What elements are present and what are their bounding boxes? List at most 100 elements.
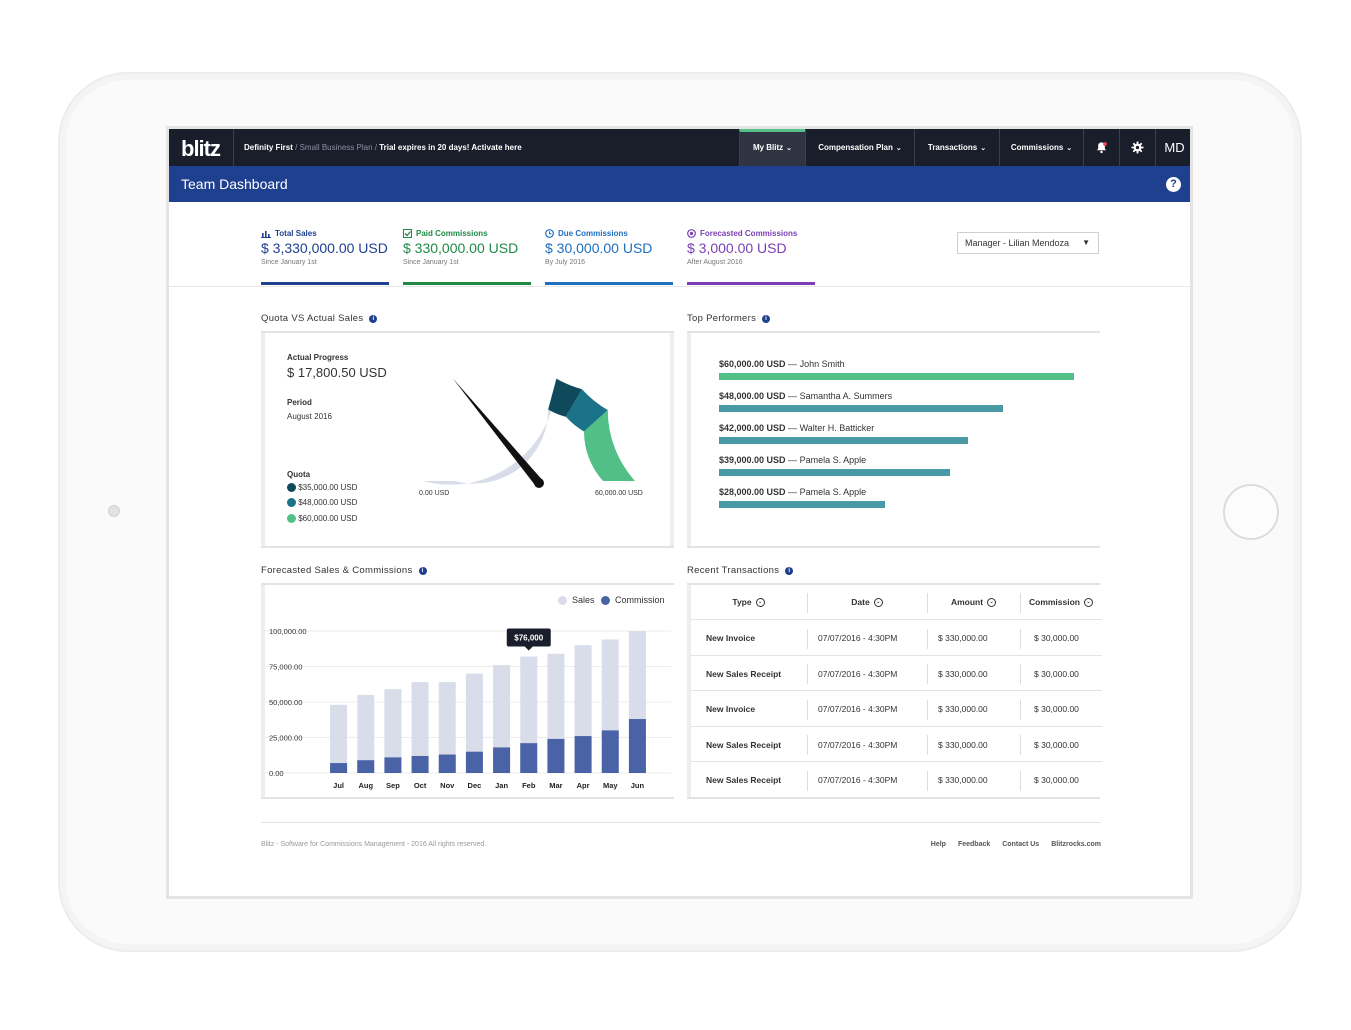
cell-type: New Invoice	[706, 633, 756, 643]
x-tick-label: Apr	[577, 781, 590, 790]
trial-link[interactable]: Trial expires in 20 days! Activate here	[379, 143, 521, 152]
breadcrumb-plan[interactable]: Small Business Plan	[300, 143, 373, 152]
performer-label: $28,000.00 USD — Pamela S. Apple	[719, 487, 867, 497]
stat-value: $ 3,330,000.00 USD	[261, 240, 388, 256]
commission-bar[interactable]	[357, 760, 375, 773]
stat-paid-commissions[interactable]: Paid Commissions $ 330,000.00 USD Since …	[403, 229, 531, 285]
x-tick-label: Jun	[631, 781, 645, 790]
commission-bar[interactable]	[411, 755, 429, 773]
quota-gauge	[423, 378, 635, 488]
top-performers-panel: $60,000.00 USD — John Smith $48,000.00 US…	[687, 331, 1100, 548]
quota-panel: Actual Progress $ 17,800.50 USD Period A…	[261, 331, 674, 548]
quota-level-2: $48,000.00 USD	[287, 498, 357, 507]
user-avatar[interactable]: MD	[1155, 129, 1190, 166]
col-header-amount[interactable]: Amount ⌄	[927, 585, 1020, 619]
footer-link-help[interactable]: Help	[931, 841, 946, 848]
period-value: August 2016	[287, 412, 332, 421]
y-tick-label: 50,000.00	[269, 698, 302, 707]
nav-commissions[interactable]: Commissions ⌄	[999, 129, 1083, 166]
table-row[interactable]: New Invoice 07/07/2016 - 4:30PM $ 330,000.…	[690, 619, 1102, 654]
performer-bar	[719, 437, 968, 444]
manager-select[interactable]: Manager - Lilian Mendoza ▼	[957, 232, 1099, 254]
footer-link-feedback[interactable]: Feedback	[958, 841, 990, 848]
performer-label: $39,000.00 USD — Pamela S. Apple	[719, 455, 867, 465]
performer-bar	[719, 501, 885, 508]
footer: Blitz - Software for Commissions Managem…	[261, 822, 1101, 848]
commission-bar[interactable]	[438, 754, 456, 773]
x-tick-label: Aug	[358, 781, 373, 790]
commission-bar[interactable]	[628, 719, 646, 773]
gauge-needle	[452, 378, 543, 486]
cell-date: 07/07/2016 - 4:30PM	[818, 633, 898, 643]
cell-amount: $ 330,000.00	[938, 739, 988, 750]
cell-commission: $ 30,000.00	[1034, 775, 1079, 785]
breadcrumb-company[interactable]: Definity First	[244, 143, 293, 152]
bell-icon[interactable]	[1083, 129, 1119, 166]
commission-bar[interactable]	[520, 743, 538, 773]
info-icon[interactable]: i	[418, 566, 427, 575]
chevron-down-icon: ⌄	[786, 145, 793, 152]
stat-sub: Since January 1st	[261, 259, 317, 266]
stat-sub: By July 2016	[545, 259, 586, 266]
x-tick-label: Nov	[440, 781, 455, 790]
table-row[interactable]: New Sales Receipt 07/07/2016 - 4:30PM $ 33…	[690, 654, 1102, 690]
nav-transactions[interactable]: Transactions ⌄	[914, 129, 999, 166]
forecast-chart: 100,000.00 75,000.00 50,000.00 25,000.00 0.0…	[261, 627, 671, 790]
breadcrumb: Definity First / Small Business Plan / T…	[244, 143, 522, 152]
footer-link-contact[interactable]: Contact Us	[1002, 841, 1039, 848]
table-row[interactable]: New Sales Receipt 07/07/2016 - 4:30PM $ 33…	[690, 761, 1102, 796]
sort-icon: ⌄	[1084, 597, 1093, 607]
sort-icon: ⌄	[755, 597, 765, 607]
tooltip-arrow	[524, 646, 533, 651]
stat-sub: Since January 1st	[403, 259, 459, 266]
stat-sub: After August 2016	[687, 259, 743, 266]
nav-compensation-plan[interactable]: Compensation Plan ⌄	[805, 129, 914, 166]
performer-label: $42,000.00 USD — Walter H. Batticker	[719, 423, 875, 433]
commission-bar[interactable]	[465, 751, 483, 773]
help-icon[interactable]: ?	[1166, 177, 1181, 192]
info-icon[interactable]: i	[762, 314, 771, 323]
y-tick-label: 0.00	[269, 769, 284, 778]
footer-link-site[interactable]: Blitzrocks.com	[1051, 841, 1101, 848]
sort-icon: ⌄	[873, 597, 883, 607]
top-performers-title: Top Performers i	[687, 313, 771, 324]
commission-bar[interactable]	[493, 747, 511, 773]
table-row[interactable]: New Invoice 07/07/2016 - 4:30PM $ 330,000.…	[690, 690, 1102, 725]
cell-type: New Sales Receipt	[706, 739, 782, 750]
page-title: Team Dashboard	[181, 176, 288, 192]
gear-icon[interactable]	[1119, 129, 1155, 166]
stat-forecasted-commissions[interactable]: Forecasted Commissions $ 3,000.00 USD Af…	[687, 229, 815, 285]
period-label: Period	[287, 398, 312, 407]
x-tick-label: Feb	[522, 781, 536, 790]
info-icon[interactable]: i	[785, 566, 794, 575]
col-header-commission[interactable]: Commission ⌄	[1020, 585, 1102, 619]
stat-value: $ 3,000.00 USD	[687, 240, 787, 256]
stat-due-commissions[interactable]: Due Commissions $ 30,000.00 USD By July …	[545, 229, 673, 285]
stat-total-sales[interactable]: Total Sales $ 3,330,000.00 USD Since Jan…	[261, 229, 389, 285]
chevron-down-icon: ⌄	[1066, 145, 1073, 152]
cell-amount: $ 330,000.00	[938, 668, 988, 679]
table-row[interactable]: New Sales Receipt 07/07/2016 - 4:30PM $ 33…	[690, 725, 1102, 761]
clock-icon	[545, 229, 554, 238]
commission-bar[interactable]	[574, 736, 592, 773]
info-icon[interactable]: i	[369, 314, 378, 323]
commission-bar[interactable]	[330, 763, 348, 773]
cell-commission: $ 30,000.00	[1034, 668, 1079, 679]
col-header-date[interactable]: Date ⌄	[807, 585, 927, 619]
sales-bar[interactable]	[330, 704, 348, 773]
commission-bar[interactable]	[547, 738, 565, 773]
performer-bar	[719, 405, 1003, 412]
commission-bar[interactable]	[384, 757, 402, 773]
nav-my-blitz[interactable]: My Blitz ⌄	[739, 129, 805, 166]
chevron-down-icon: ⌄	[895, 145, 902, 152]
col-header-type[interactable]: Type ⌄	[690, 585, 807, 619]
performer-label: $48,000.00 USD — Samantha A. Summers	[719, 391, 893, 401]
commission-bar[interactable]	[601, 730, 619, 773]
legend-commission: Commission	[601, 595, 665, 605]
logo[interactable]: blitz	[181, 136, 221, 162]
y-tick-label: 75,000.00	[269, 663, 302, 672]
progress-label: Actual Progress	[287, 353, 349, 362]
quota-label: Quota	[287, 470, 311, 479]
cell-type: New Invoice	[706, 704, 756, 714]
camera-dot	[108, 505, 120, 517]
